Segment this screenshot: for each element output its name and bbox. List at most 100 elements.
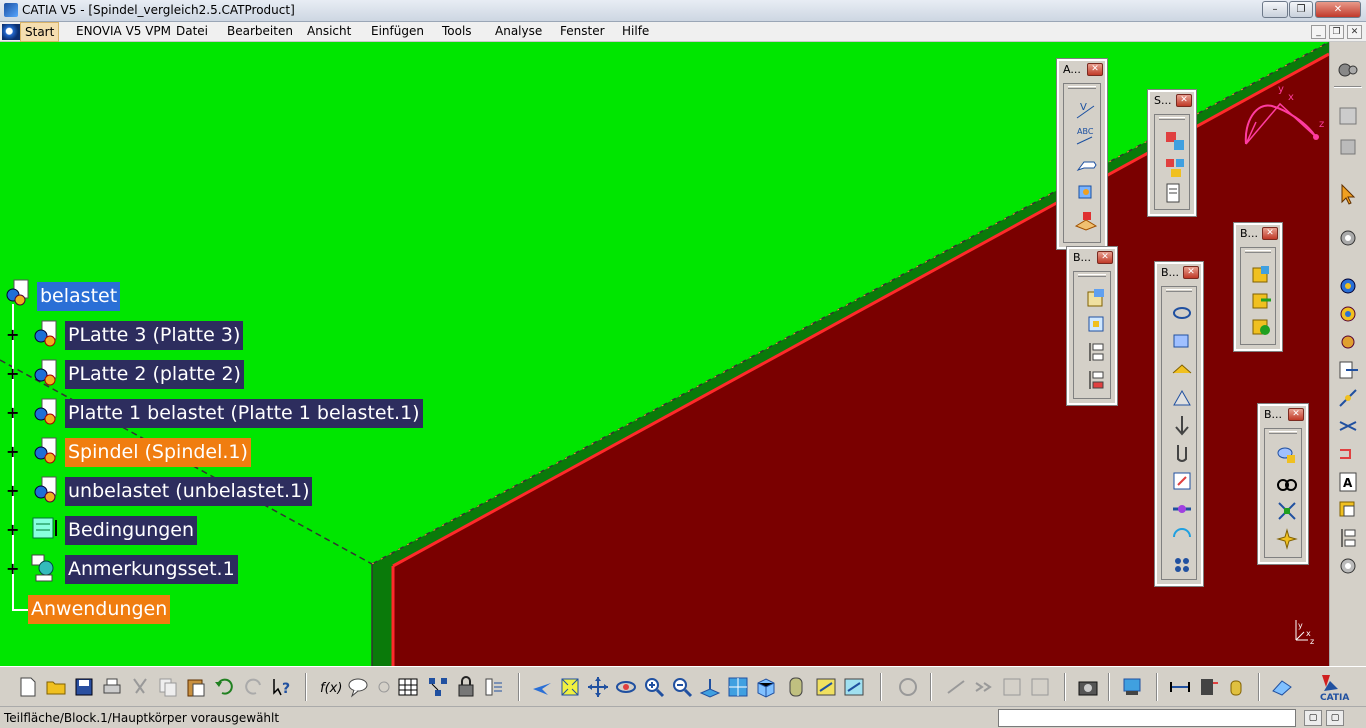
workbench-icon[interactable]	[1336, 58, 1360, 82]
product-gear-icon[interactable]	[2, 278, 32, 308]
change-constraint-icon[interactable]	[1170, 525, 1194, 549]
tree-expand-icon[interactable]: +	[6, 444, 19, 460]
snap-icon[interactable]	[1249, 288, 1273, 312]
graph-icon[interactable]	[426, 675, 450, 699]
tree-node-anwendungen[interactable]: Anwendungen	[28, 595, 171, 624]
assembly-icon[interactable]	[1336, 104, 1360, 128]
part-gear-icon[interactable]	[30, 319, 60, 349]
menu-ansicht[interactable]: Ansicht	[303, 24, 355, 38]
palette-grip[interactable]	[1159, 117, 1185, 120]
tree-expand-icon[interactable]: +	[6, 327, 19, 343]
tree-expand-icon[interactable]: +	[6, 366, 19, 382]
multi-view-icon[interactable]	[726, 675, 750, 699]
palette-grip[interactable]	[1166, 289, 1192, 292]
export-icon[interactable]	[1336, 358, 1360, 382]
flag-note-icon[interactable]	[1074, 152, 1098, 176]
disabled-tool-3-icon[interactable]	[1000, 675, 1024, 699]
fix-component-icon[interactable]	[1170, 413, 1194, 437]
structure-icon[interactable]	[1336, 526, 1360, 550]
product-icon[interactable]	[1336, 134, 1360, 158]
disabled-tool-4-icon[interactable]	[1028, 675, 1052, 699]
knowledge-icon[interactable]	[1270, 675, 1294, 699]
gear-n-icon[interactable]	[1336, 554, 1360, 578]
cut-icon[interactable]	[128, 675, 152, 699]
fix-together-icon[interactable]	[1170, 441, 1194, 465]
help-icon[interactable]: ?	[270, 675, 294, 699]
quick-constraint-icon[interactable]	[1170, 469, 1194, 493]
palette-grip[interactable]	[1078, 274, 1106, 277]
scissors-blue-icon[interactable]	[1336, 414, 1360, 438]
tree-expand-icon[interactable]: +	[6, 405, 19, 421]
paste-icon[interactable]	[184, 675, 208, 699]
reuse-pattern-icon[interactable]	[1170, 553, 1194, 577]
palette-grip[interactable]	[1245, 250, 1271, 253]
manipulation-icon[interactable]	[1249, 262, 1273, 286]
palette-b3[interactable]: B... ✕	[1233, 222, 1283, 352]
new-file-icon[interactable]	[16, 675, 40, 699]
menu-hilfe[interactable]: Hilfe	[618, 24, 653, 38]
palette-grip[interactable]	[1269, 431, 1297, 434]
undo-icon[interactable]	[212, 675, 236, 699]
print-icon[interactable]	[100, 675, 124, 699]
palette-annotations[interactable]: A... ✕ V ABC	[1056, 58, 1108, 250]
swap-visible-space-icon[interactable]	[842, 675, 866, 699]
tree-node-unbelastet[interactable]: unbelastet (unbelastet.1)	[65, 477, 313, 506]
select-arrow-icon[interactable]	[1336, 182, 1360, 206]
flexible-rigid-icon[interactable]	[1170, 497, 1194, 521]
tree-root-belastet[interactable]: belastet	[37, 282, 121, 311]
palette-grip[interactable]	[1068, 86, 1096, 89]
shading-icon[interactable]	[784, 675, 808, 699]
palette-s[interactable]: S... ✕	[1147, 89, 1197, 217]
menu-fenster[interactable]: Fenster	[556, 24, 609, 38]
menu-tools[interactable]: Tools	[438, 24, 476, 38]
view-plane-icon[interactable]	[1074, 208, 1098, 232]
comment-icon[interactable]	[346, 675, 370, 699]
iso-view-icon[interactable]	[754, 675, 778, 699]
annotation-set-icon[interactable]	[30, 553, 60, 583]
palette-close-button[interactable]: ✕	[1288, 408, 1304, 421]
command-input[interactable]	[998, 709, 1296, 727]
part-gear-icon[interactable]	[30, 358, 60, 388]
camera-icon[interactable]	[1076, 675, 1100, 699]
new-product-icon[interactable]	[1084, 312, 1108, 336]
reorder-tree-icon[interactable]	[1084, 368, 1108, 392]
redo-icon[interactable]	[242, 675, 266, 699]
palette-close-button[interactable]: ✕	[1087, 63, 1103, 76]
angle-constraint-icon[interactable]	[1170, 385, 1194, 409]
text-annotation-icon[interactable]: ABC	[1074, 124, 1098, 148]
palette-close-button[interactable]: ✕	[1183, 266, 1199, 279]
palette-close-button[interactable]: ✕	[1262, 227, 1278, 240]
3d-viewport[interactable]: y x z y x z belastet + PLatte 3 (Platte …	[0, 42, 1329, 666]
tree-expand-icon[interactable]: +	[6, 561, 19, 577]
catalog-icon[interactable]	[1336, 498, 1360, 522]
update-icon[interactable]	[1336, 226, 1360, 250]
explode-icon[interactable]	[1275, 527, 1299, 551]
distance-analysis-icon[interactable]	[1275, 499, 1299, 523]
product-structure-icon[interactable]	[1163, 129, 1187, 153]
measure-icon[interactable]	[1336, 386, 1360, 410]
normal-view-icon[interactable]	[698, 675, 722, 699]
palette-close-button[interactable]: ✕	[1097, 251, 1113, 264]
tree-node-platte-1-belastet[interactable]: Platte 1 belastet (Platte 1 belastet.1)	[65, 399, 423, 428]
refresh-icon[interactable]	[896, 675, 920, 699]
menu-enovia[interactable]: ENOVIA V5 VPM	[72, 24, 175, 38]
tree-expand-icon[interactable]: +	[6, 522, 19, 538]
smart-move-icon[interactable]	[1249, 314, 1273, 338]
palette-b2[interactable]: B... ✕	[1154, 261, 1204, 587]
product-gear-icon[interactable]	[30, 475, 60, 505]
catia-logo-icon[interactable]	[2, 24, 20, 40]
gear-blue-icon[interactable]	[1336, 274, 1360, 298]
part-gear-icon[interactable]	[30, 397, 60, 427]
measure-between-icon[interactable]	[1168, 675, 1192, 699]
fit-all-icon[interactable]	[558, 675, 582, 699]
tree-node-anmerkungsset[interactable]: Anmerkungsset.1	[65, 555, 238, 584]
bill-of-material-icon[interactable]	[1163, 181, 1187, 205]
constraints-icon[interactable]	[30, 514, 60, 544]
command-options-button[interactable]: ▢	[1326, 710, 1344, 726]
offset-constraint-icon[interactable]	[1170, 357, 1194, 381]
lock-icon[interactable]	[454, 675, 478, 699]
new-component-icon[interactable]	[1084, 286, 1108, 310]
parameters-icon[interactable]	[482, 675, 506, 699]
hide-show-icon[interactable]	[814, 675, 838, 699]
table-icon[interactable]	[396, 675, 420, 699]
